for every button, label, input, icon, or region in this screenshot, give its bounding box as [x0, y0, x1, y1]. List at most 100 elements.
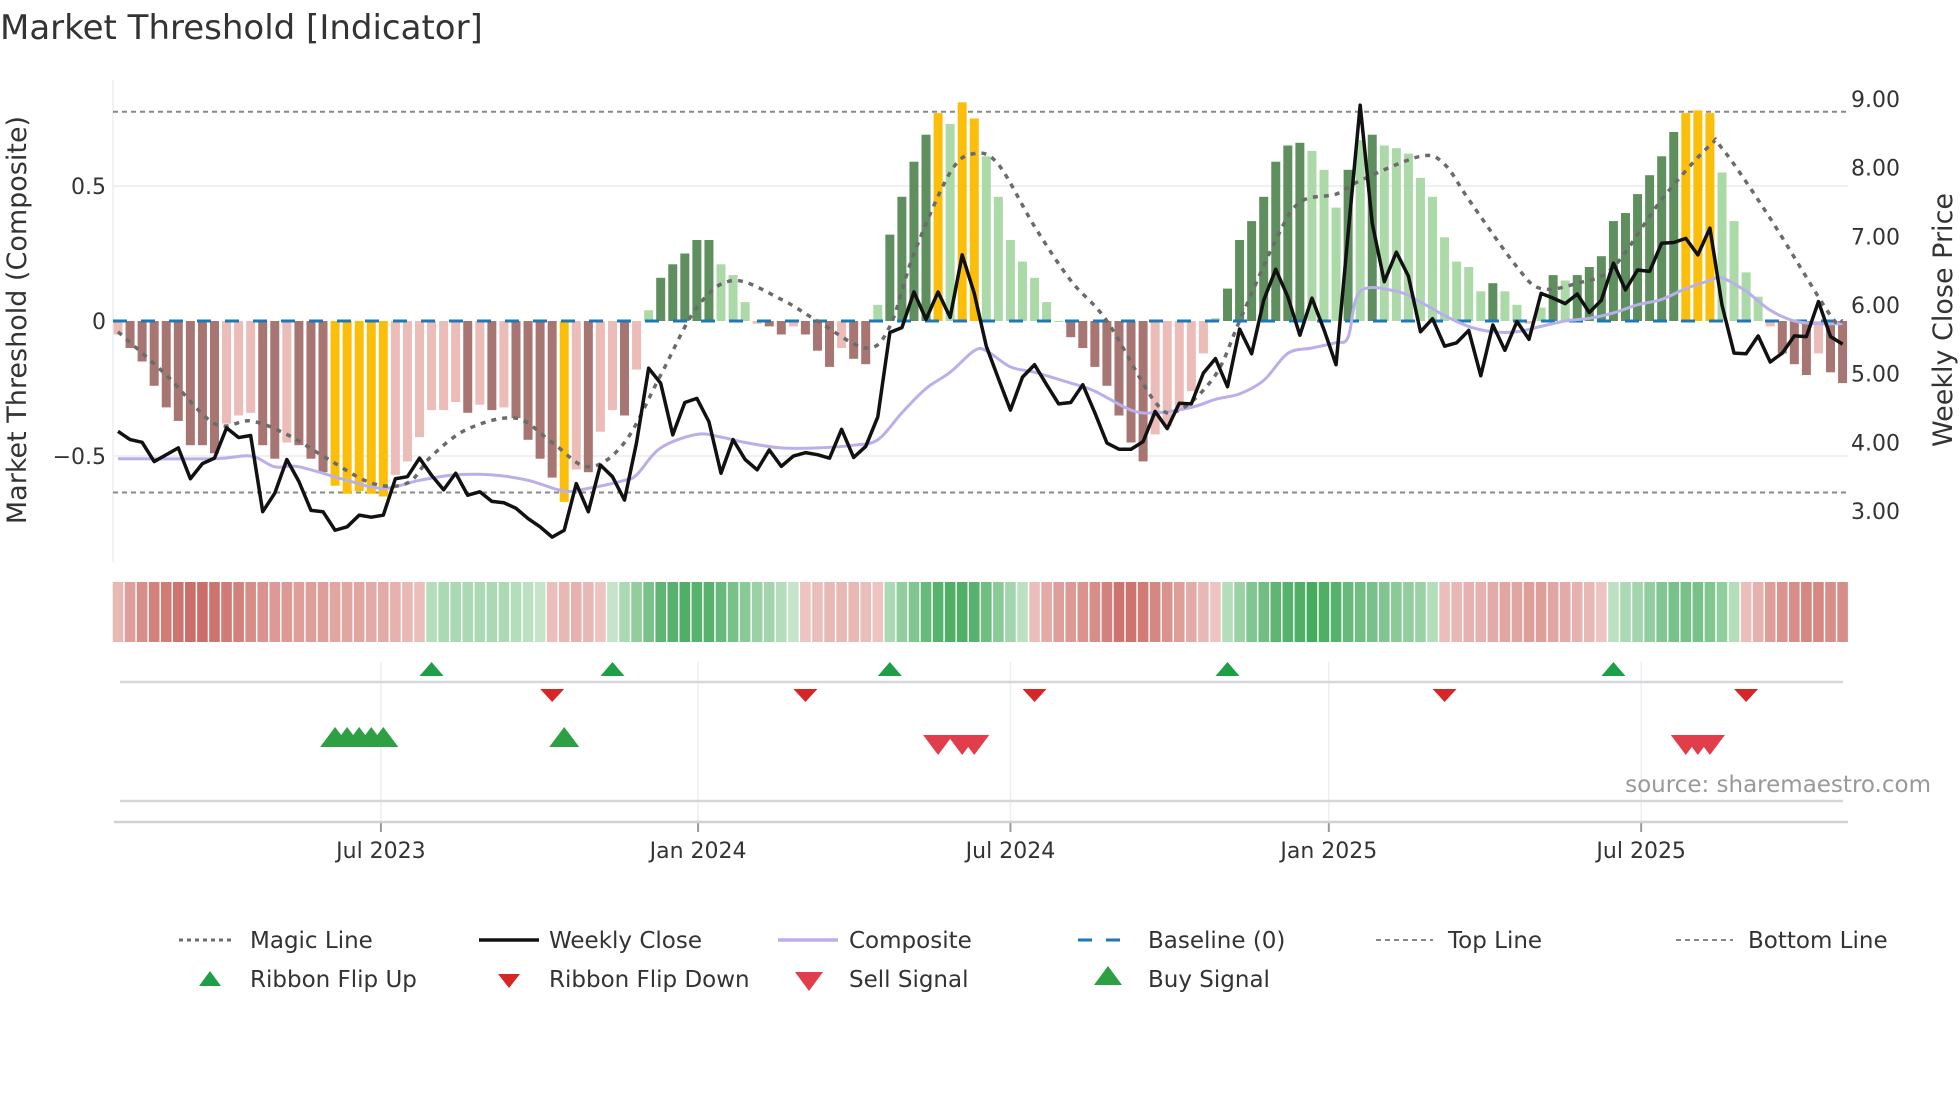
- x-tick-label: Jul 2025: [1594, 839, 1686, 864]
- ribbon-cell: [1270, 582, 1282, 642]
- histogram-bar: [475, 321, 485, 405]
- ribbon-cell: [1198, 582, 1209, 642]
- triangle-down-icon: [795, 972, 823, 991]
- ribbon-cell: [727, 582, 739, 642]
- histogram-bar: [294, 321, 304, 446]
- ribbon-flip-up-marker: [877, 662, 902, 676]
- histogram-bar: [378, 321, 388, 497]
- legend-item-weekly-close[interactable]: Weekly Close: [479, 928, 702, 954]
- histogram-bar: [1005, 240, 1015, 321]
- legend-item-buy-signal[interactable]: Buy Signal: [1094, 966, 1270, 993]
- ribbon-cell: [788, 582, 799, 642]
- histogram-bar: [861, 321, 871, 365]
- histogram-bar: [402, 321, 412, 462]
- histogram-bar: [1705, 113, 1715, 321]
- buy-signal-marker: [549, 727, 580, 747]
- ribbon-cell: [1294, 582, 1306, 642]
- ribbon-cell: [1499, 582, 1511, 642]
- histogram-bar: [1054, 321, 1064, 322]
- ribbon-cell: [1342, 582, 1354, 642]
- ribbon-cell: [1656, 582, 1667, 642]
- ribbon-cell: [872, 582, 884, 642]
- histogram-bar: [644, 310, 654, 321]
- ribbon-cell: [667, 582, 679, 642]
- ribbon-cell: [1366, 582, 1378, 642]
- histogram-bar: [1174, 321, 1184, 411]
- histogram-bar: [1440, 237, 1450, 321]
- histogram-bar: [704, 240, 714, 321]
- histogram-bar: [1102, 321, 1112, 386]
- ribbon-cell: [1379, 582, 1390, 642]
- histogram-bar: [366, 321, 376, 494]
- ribbon-cell: [1222, 582, 1233, 642]
- histogram-bar: [716, 264, 726, 321]
- histogram-bar: [656, 277, 666, 321]
- legend-item-top-line[interactable]: Top Line: [1376, 928, 1542, 954]
- histogram-bar: [499, 321, 509, 408]
- histogram-bar: [1090, 321, 1100, 367]
- histogram-bar: [1693, 110, 1703, 322]
- ribbon-cell: [402, 582, 413, 642]
- ribbon-cell: [1306, 582, 1318, 642]
- histogram-bar: [149, 321, 159, 386]
- histogram-bar: [1729, 221, 1739, 321]
- ribbon-flip-down-marker: [1432, 689, 1457, 702]
- sell-signal-marker: [923, 735, 954, 755]
- ribbon-cell: [474, 582, 486, 642]
- legend-item-magic-line[interactable]: Magic Line: [179, 928, 373, 954]
- ribbon-cell: [486, 582, 498, 642]
- ribbon-cell: [1077, 582, 1089, 642]
- legend-label: Sell Signal: [849, 967, 969, 993]
- histogram-bar: [1452, 261, 1462, 321]
- ribbon-cell: [1523, 582, 1535, 642]
- ribbon-cell: [1186, 582, 1197, 642]
- histogram-bar: [812, 321, 822, 351]
- ribbon-cell: [534, 582, 546, 642]
- histogram-bar: [1223, 288, 1233, 321]
- ribbon-cell: [317, 582, 329, 642]
- ribbon-cell: [1354, 582, 1366, 642]
- ribbon-cell: [1801, 582, 1812, 642]
- histogram-bar: [161, 321, 171, 408]
- histogram-bar: [282, 321, 292, 443]
- composite-line: [117, 275, 1843, 494]
- y-tick-label-left: 0.5: [71, 175, 106, 200]
- histogram-bar: [535, 321, 545, 459]
- ribbon-cell: [414, 582, 425, 642]
- ribbon-cell: [860, 582, 872, 642]
- legend-item-sell-signal[interactable]: Sell Signal: [795, 967, 969, 993]
- histogram-bar: [1198, 321, 1208, 354]
- histogram-bar: [571, 321, 581, 470]
- histogram-bar: [354, 321, 364, 492]
- legend-item-baseline[interactable]: Baseline (0): [1078, 928, 1285, 954]
- ribbon-cell: [124, 582, 136, 642]
- ribbon-cell: [1764, 582, 1776, 642]
- ribbon-cell: [293, 582, 305, 642]
- ribbon-cell: [1776, 582, 1788, 642]
- histogram-bar: [1066, 321, 1076, 338]
- ribbon-cell: [233, 582, 244, 642]
- ribbon-cell: [1535, 582, 1547, 642]
- ribbon-cell: [329, 582, 341, 642]
- histogram-bar: [547, 321, 557, 478]
- histogram-bar: [981, 156, 991, 321]
- histogram-bar: [957, 102, 967, 321]
- ribbon-cell: [619, 582, 630, 642]
- ribbon-cell: [848, 582, 859, 642]
- histogram-bar: [306, 321, 316, 459]
- ribbon-cell: [1125, 582, 1137, 642]
- legend-item-composite[interactable]: Composite: [778, 928, 972, 954]
- legend-item-ribbon-flip-down[interactable]: Ribbon Flip Down: [498, 967, 750, 993]
- histogram-bar: [1307, 150, 1317, 321]
- ribbon-cell: [1620, 582, 1631, 642]
- legend-item-bottom-line[interactable]: Bottom Line: [1676, 928, 1888, 954]
- histogram-bar: [1018, 261, 1027, 321]
- histogram-bar: [620, 321, 630, 416]
- ribbon-cell: [1041, 582, 1052, 642]
- ribbon-cell: [365, 582, 377, 642]
- ribbon-cell: [703, 582, 715, 642]
- legend-item-ribbon-flip-up[interactable]: Ribbon Flip Up: [199, 967, 417, 993]
- ribbon-cell: [1137, 582, 1149, 642]
- ribbon-cell: [185, 582, 196, 642]
- ribbon-cell: [1246, 582, 1257, 642]
